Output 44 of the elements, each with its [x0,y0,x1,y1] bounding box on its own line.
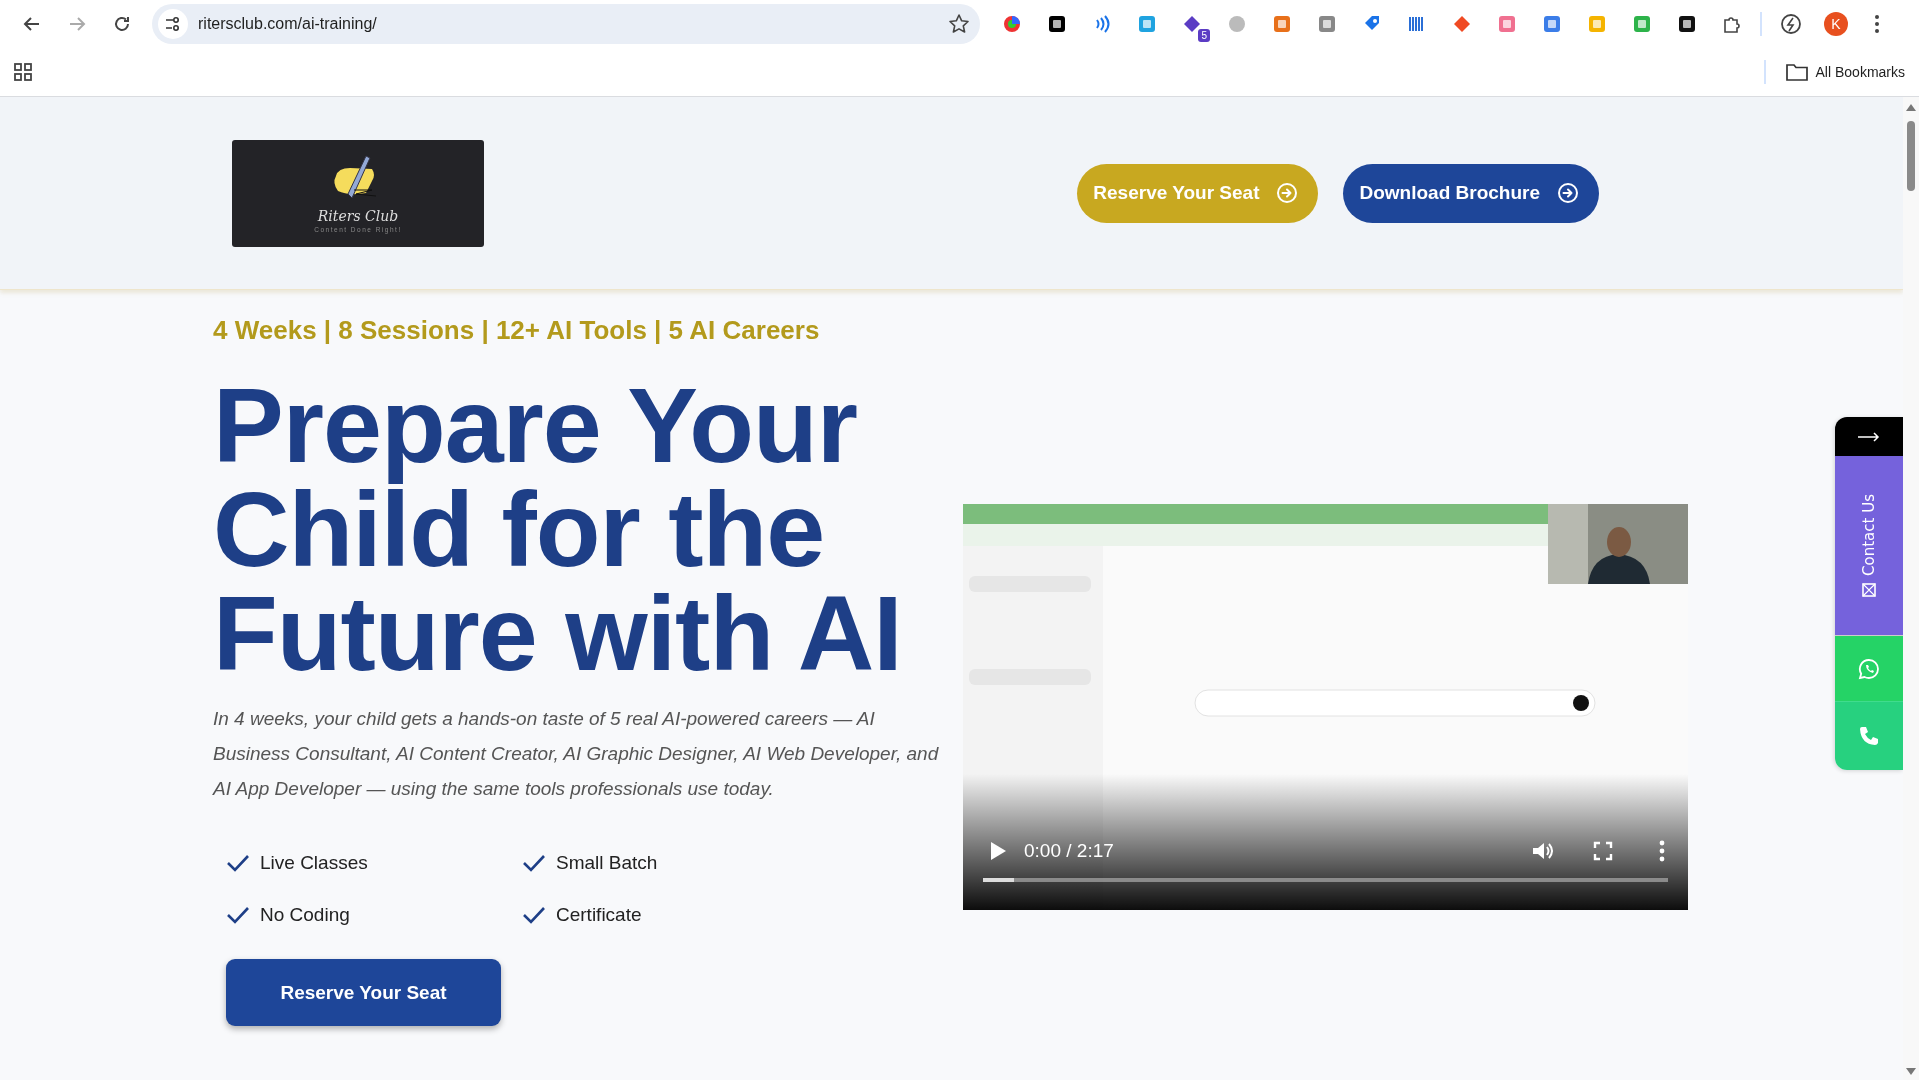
url-text: ritersclub.com/ai-training/ [198,15,378,33]
extension-icon[interactable] [1047,14,1067,34]
more-options-icon[interactable] [1659,840,1665,862]
feature-label: Certificate [556,904,642,926]
scrollbar-thumb[interactable] [1907,121,1915,191]
feature-label: Live Classes [260,852,368,874]
star-icon[interactable] [948,13,970,35]
fullscreen-icon[interactable] [1593,841,1613,861]
address-bar[interactable]: ritersclub.com/ai-training/ [152,4,980,44]
arrow-circle-icon [1276,182,1299,204]
play-icon[interactable] [988,840,1008,862]
profile-avatar[interactable]: K [1824,12,1848,36]
site-settings-icon[interactable] [164,15,182,33]
phone-icon [1858,725,1880,747]
hero-heading: Prepare Your Child for the Future with AI [213,373,903,685]
menu-icon[interactable] [1874,14,1880,34]
check-icon [226,854,250,872]
extension-icon[interactable] [1677,14,1697,34]
hero-description: In 4 weeks, your child gets a hands-on taste of 5 real AI-powered careers — AI Business Consultant, AI Content Creator, AI Graphic Designer, AI Web Developer, and AI App Developer — using the same tools professionals use today. [213,707,940,801]
logo-name: Riters Club [317,207,399,224]
check-icon [522,854,546,872]
check-icon [522,906,546,924]
video-progress-bar[interactable] [983,878,1668,882]
contact-us-tab[interactable]: Contact Us [1835,456,1903,635]
folder-icon[interactable] [1785,63,1808,81]
scroll-up-icon[interactable] [1906,103,1916,111]
mail-icon [1862,583,1876,598]
arrow-circle-icon [1557,182,1579,204]
extension-icon[interactable] [1182,14,1202,34]
header-button[interactable]: Download Brochure [1343,163,1599,223]
feature-label: No Coding [260,904,350,926]
arrow-icon [1858,431,1880,442]
feature-label: Small Batch [556,852,658,874]
video-time: 0:00 / 2:17 [1024,840,1115,862]
chat-bubble-icon [1858,657,1880,680]
reserve-seat-button[interactable]: Reserve Your Seat [226,959,501,1026]
collapse-tab[interactable] [1835,417,1903,456]
extension-badge: 5 [1198,29,1210,42]
apps-grid-icon[interactable] [14,63,32,81]
extension-icon[interactable] [1722,14,1742,34]
scroll-down-icon[interactable] [1906,1068,1916,1076]
hero-tagline: 4 Weeks | 8 Sessions | 12+ AI Tools | 5 AI Careers [213,315,821,345]
bookmarks-label[interactable]: All Bookmarks [1815,64,1905,80]
check-icon [226,906,250,924]
